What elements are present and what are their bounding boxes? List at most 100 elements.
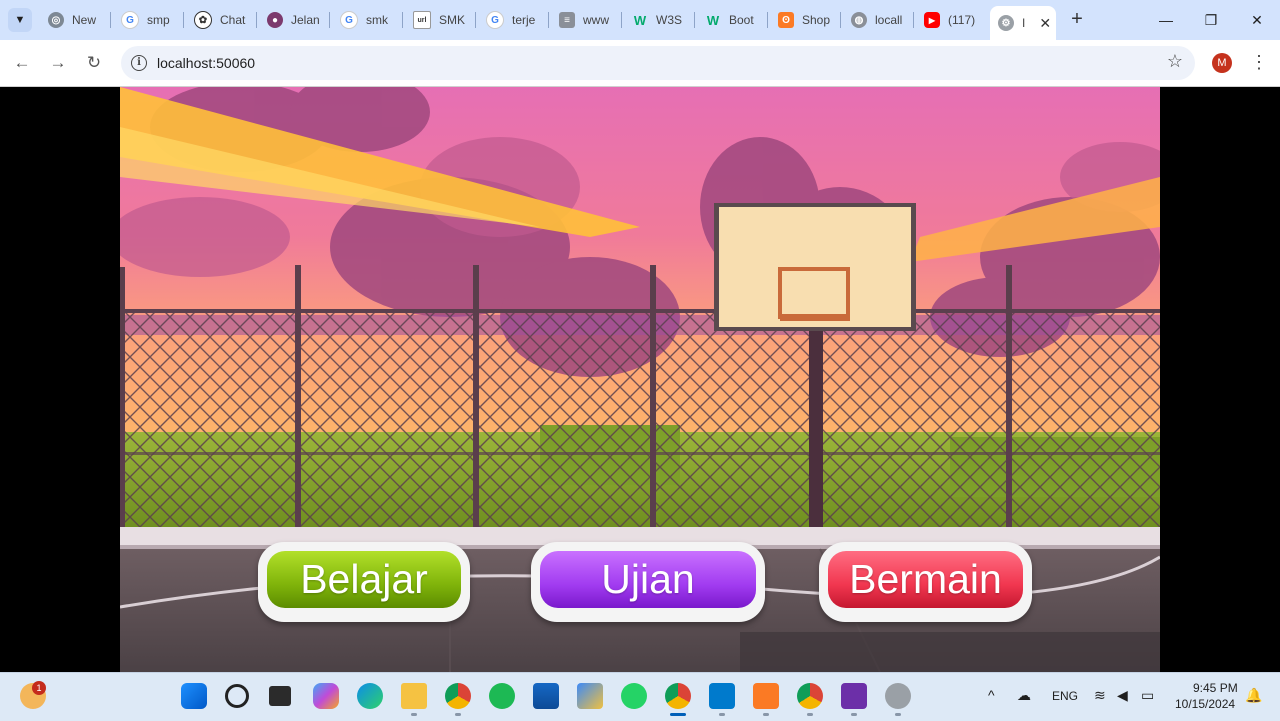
profile-avatar[interactable]: M <box>1212 53 1232 73</box>
vscode-icon[interactable] <box>709 683 735 709</box>
site-icon: ● <box>267 12 283 28</box>
tab-label: terje <box>512 13 536 27</box>
tab-jelan[interactable]: ● Jelan <box>267 8 323 32</box>
wifi-icon[interactable]: ≋ <box>1094 687 1106 704</box>
visual-studio-icon[interactable] <box>841 683 867 709</box>
chevron-down-icon: ▼ <box>14 14 26 26</box>
tab-divider <box>402 12 403 28</box>
browser-toolbar: ← → ↻ i localhost:50060 ☆ M ⋮ <box>0 40 1280 87</box>
task-view-icon[interactable] <box>269 686 291 706</box>
doc-icon: ≡ <box>559 12 575 28</box>
belajar-button[interactable]: Belajar <box>258 542 470 622</box>
bermain-button[interactable]: Bermain <box>819 542 1032 622</box>
microsoft-store-icon[interactable] <box>533 683 559 709</box>
onedrive-icon[interactable]: ☁ <box>1017 687 1031 704</box>
chevron-up-icon[interactable]: ^ <box>988 687 995 703</box>
chain-link-fence <box>120 312 1160 527</box>
tab-divider <box>183 12 184 28</box>
tab-divider <box>256 12 257 28</box>
site-icon: url <box>413 11 431 29</box>
new-tab-button[interactable]: + <box>1066 8 1088 30</box>
tab-www[interactable]: ≡ www <box>559 8 615 32</box>
ujian-button[interactable]: Ujian <box>531 542 765 622</box>
page-viewport: Belajar Ujian Bermain <box>0 87 1280 672</box>
tab-label: New <box>72 13 97 27</box>
tab-active[interactable]: ⚙ I ✕ <box>990 6 1056 40</box>
w3schools-icon: W <box>633 12 647 28</box>
notification-bell-icon[interactable]: 🔔 <box>1245 687 1262 704</box>
address-bar[interactable]: i localhost:50060 ☆ <box>121 46 1195 80</box>
copilot-icon[interactable] <box>313 683 339 709</box>
edge-icon[interactable] <box>357 683 383 709</box>
chrome-icon[interactable] <box>665 683 691 709</box>
restore-button[interactable]: ❐ <box>1196 8 1226 32</box>
cube-app-icon[interactable] <box>577 683 603 709</box>
settings-icon[interactable] <box>885 683 911 709</box>
tab-divider <box>110 12 111 28</box>
forward-button[interactable]: → <box>47 52 69 74</box>
close-tab-icon[interactable]: ✕ <box>1039 15 1051 32</box>
file-explorer-icon[interactable] <box>401 683 427 709</box>
xampp-icon[interactable] <box>753 683 779 709</box>
tab-label: smk <box>366 13 388 27</box>
tab-label: Boot <box>729 13 754 27</box>
reload-button[interactable]: ↻ <box>83 52 105 74</box>
whatsapp-icon[interactable] <box>621 683 647 709</box>
menu-kebab-icon[interactable]: ⋮ <box>1250 51 1268 75</box>
tab-label: (117) <box>948 13 976 27</box>
close-window-button[interactable]: ✕ <box>1242 8 1272 32</box>
tab-boot[interactable]: W Boot <box>705 8 761 32</box>
tab-smk-site[interactable]: url SMK <box>413 8 469 32</box>
tab-local[interactable]: ◍ locall <box>851 8 907 32</box>
tab-smk[interactable]: G smk <box>340 8 396 32</box>
clock-time[interactable]: 9:45 PM <box>1193 681 1238 695</box>
google-icon: G <box>340 11 358 29</box>
volume-icon[interactable]: ◀ <box>1117 687 1128 704</box>
tab-label: SMK <box>439 13 466 27</box>
gear-icon: ⚙ <box>998 15 1014 31</box>
tab-w3s[interactable]: W W3S <box>632 8 688 32</box>
minimize-button[interactable]: — <box>1151 8 1181 32</box>
tab-strip: ▼ ◎ New G smp ✿ Chat ● Jelan G smk url S… <box>0 0 1280 40</box>
spotify-icon[interactable] <box>489 683 515 709</box>
language-indicator[interactable]: ENG <box>1052 689 1078 703</box>
tab-label: W3S <box>656 13 683 27</box>
tab-shop[interactable]: ʘ Shop <box>778 8 834 32</box>
google-icon: G <box>486 11 504 29</box>
xampp-icon: ʘ <box>778 12 794 28</box>
windows-start-icon[interactable] <box>181 683 207 709</box>
tab-search-button[interactable]: ▼ <box>8 8 32 32</box>
tab-label: I <box>1022 16 1026 30</box>
chrome-icon[interactable] <box>797 683 823 709</box>
tab-divider <box>475 12 476 28</box>
tab-new[interactable]: ◎ New <box>48 8 104 32</box>
tab-divider <box>621 12 622 28</box>
chrome-icon[interactable] <box>445 683 471 709</box>
tab-chat[interactable]: ✿ Chat <box>194 8 250 32</box>
search-icon[interactable] <box>225 684 249 708</box>
bermain-button-label: Bermain <box>828 551 1023 608</box>
tab-label: smp <box>147 13 170 27</box>
url-text[interactable]: localhost:50060 <box>157 55 255 71</box>
battery-icon[interactable]: ▭ <box>1141 687 1154 704</box>
youtube-icon: ▶ <box>924 12 940 28</box>
tab-divider <box>329 12 330 28</box>
google-icon: G <box>121 11 139 29</box>
tab-divider <box>913 12 914 28</box>
tab-label: Jelan <box>291 13 320 27</box>
tab-label: Shop <box>802 13 831 27</box>
ujian-button-label: Ujian <box>540 551 756 608</box>
bookmark-star-icon[interactable]: ☆ <box>1167 51 1183 72</box>
weather-badge: 1 <box>32 681 46 695</box>
tab-divider <box>548 12 549 28</box>
back-button[interactable]: ← <box>11 52 33 74</box>
info-icon[interactable]: i <box>131 55 147 71</box>
tab-terje[interactable]: G terje <box>486 8 542 32</box>
tab-divider <box>767 12 768 28</box>
hoop-rim <box>780 314 850 321</box>
game-scene: Belajar Ujian Bermain <box>120 87 1160 672</box>
clock-date[interactable]: 10/15/2024 <box>1175 697 1235 711</box>
tab-smp[interactable]: G smp <box>121 8 177 32</box>
tab-youtube[interactable]: ▶ (117) <box>924 8 980 32</box>
openai-icon: ✿ <box>194 11 212 29</box>
